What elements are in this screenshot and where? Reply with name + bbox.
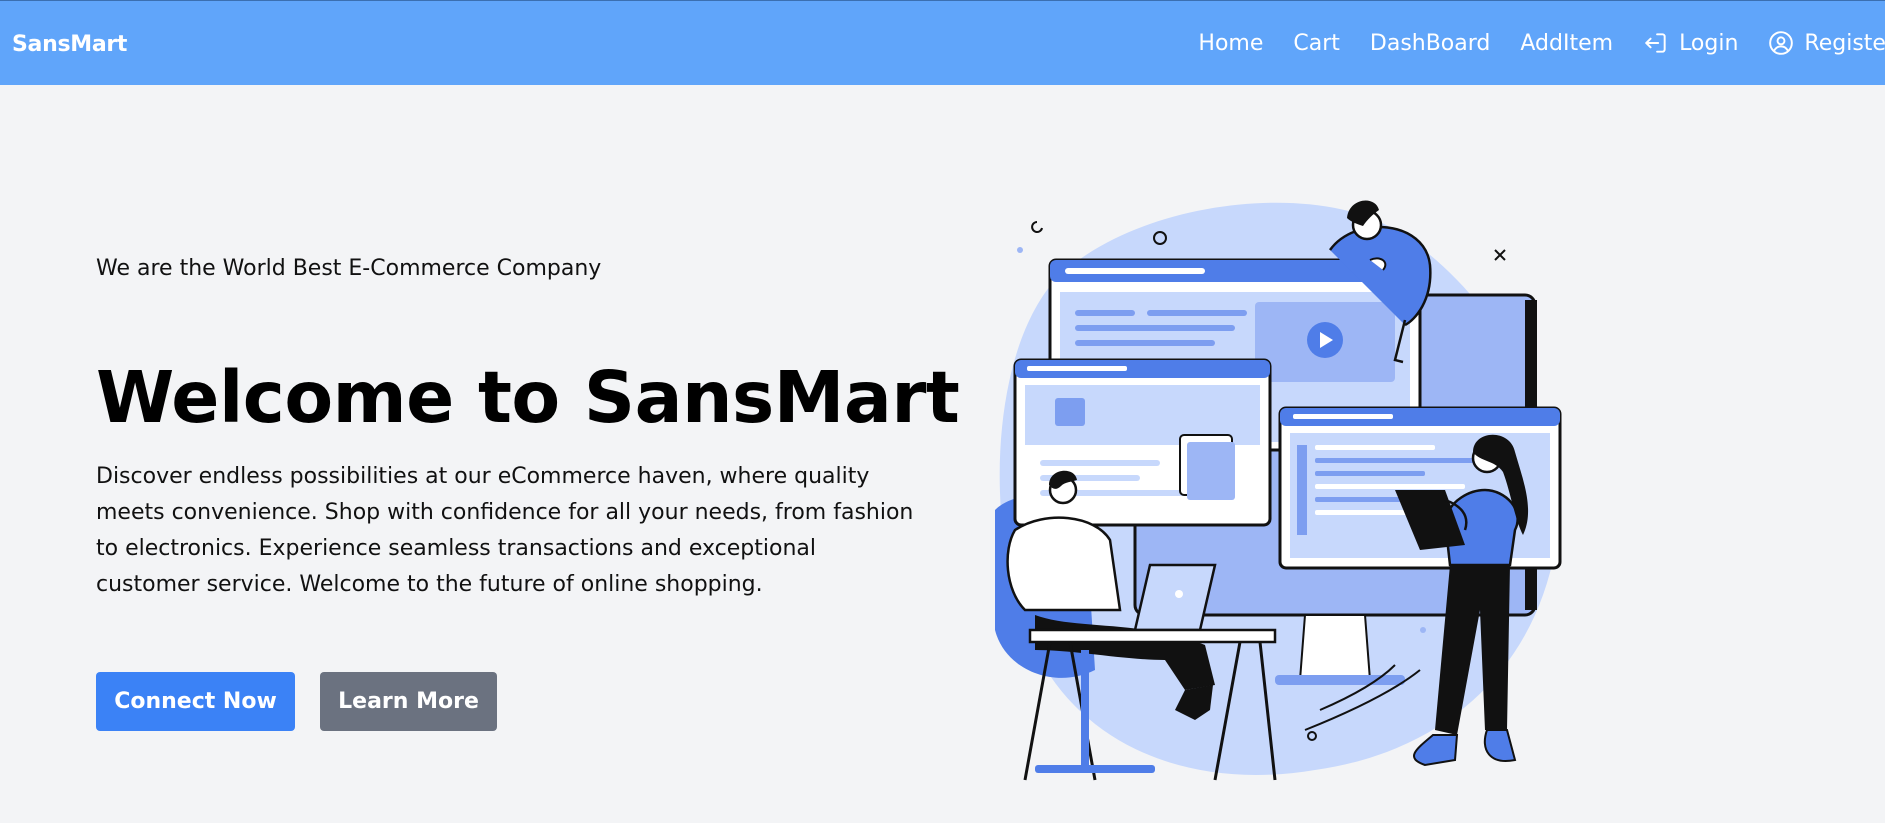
nav-login-label: Login xyxy=(1679,30,1739,56)
hero-tagline: We are the World Best E-Commerce Company xyxy=(96,256,602,281)
navbar: SansMart Home Cart DashBoard AddItem Log… xyxy=(0,0,1885,85)
nav-home[interactable]: Home xyxy=(1198,31,1263,56)
hero-illustration xyxy=(975,190,1575,790)
hero-headline: Welcome to SansMart xyxy=(96,356,960,439)
nav-cart-label: Cart xyxy=(1293,30,1340,56)
brand-logo[interactable]: SansMart xyxy=(12,32,127,57)
nav-dashboard[interactable]: DashBoard xyxy=(1370,31,1490,56)
nav-additem-label: AddItem xyxy=(1520,30,1614,56)
nav-links: Home Cart DashBoard AddItem Login Regist… xyxy=(1198,30,1885,56)
nav-dashboard-label: DashBoard xyxy=(1369,30,1491,56)
hero-description: Discover endless possibilities at our eC… xyxy=(96,464,914,597)
login-icon xyxy=(1643,30,1669,56)
nav-home-label: Home xyxy=(1198,30,1264,56)
nav-register-label: Register xyxy=(1804,30,1885,56)
user-circle-icon xyxy=(1768,30,1794,56)
connect-now-button[interactable]: Connect Now xyxy=(96,672,295,731)
nav-login[interactable]: Login xyxy=(1643,30,1738,56)
nav-cart[interactable]: Cart xyxy=(1293,31,1340,56)
ecommerce-illustration xyxy=(995,200,1562,781)
nav-register[interactable]: Register xyxy=(1768,30,1885,56)
nav-additem[interactable]: AddItem xyxy=(1520,31,1613,56)
learn-more-button[interactable]: Learn More xyxy=(320,672,497,731)
